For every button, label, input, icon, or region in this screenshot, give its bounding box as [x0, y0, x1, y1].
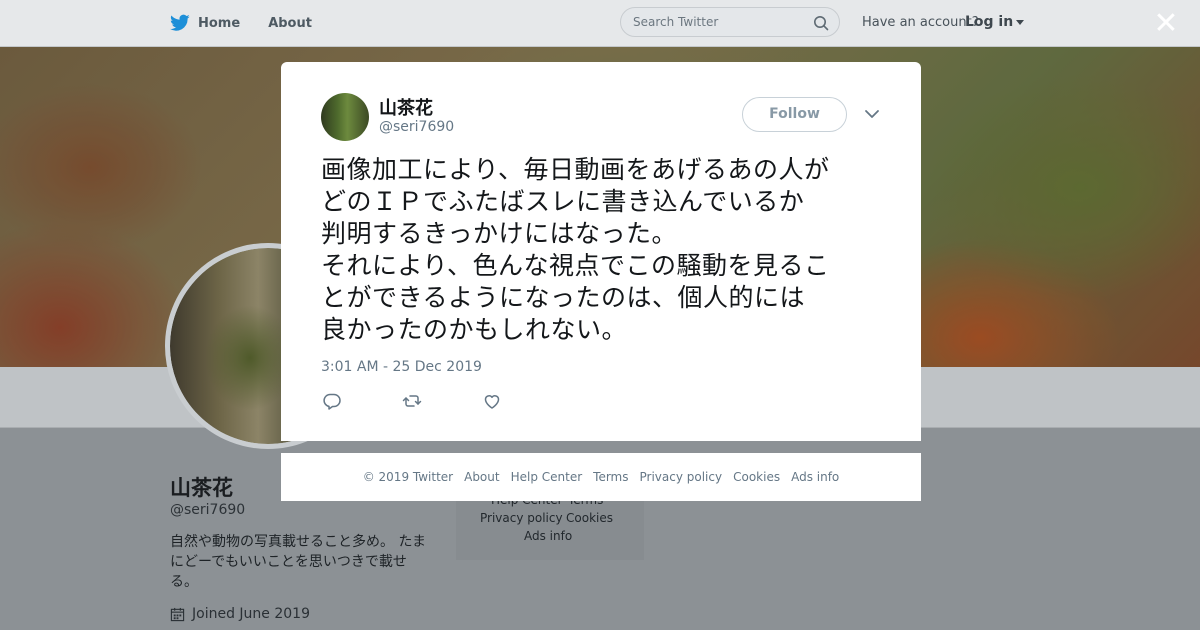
- tweet-author-name[interactable]: 山茶花: [379, 94, 433, 120]
- footer-terms-link[interactable]: Terms: [593, 470, 628, 484]
- modal-footer: © 2019 Twitter About Help Center Terms P…: [281, 453, 921, 501]
- tweet-text: 画像加工により、毎日動画をあげるあの人が どのＩＰでふたばスレに書き込んでいるか…: [321, 155, 830, 344]
- profile-handle[interactable]: @seri7690: [170, 502, 245, 518]
- search-placeholder: Search Twitter: [633, 15, 719, 29]
- have-account-text: Have an account?: [862, 15, 979, 30]
- profile-bio: 自然や動物の写真載せること多め。 たまにどーでもいいことを思いつきで載せる。: [170, 534, 427, 590]
- profile-name: 山茶花: [170, 476, 233, 500]
- login-button[interactable]: Log in: [965, 14, 1025, 30]
- reply-icon[interactable]: [322, 391, 342, 411]
- joined-text: Joined June 2019: [192, 606, 310, 622]
- footer-help-center-link[interactable]: Help Center: [511, 470, 583, 484]
- search-input[interactable]: Search Twitter: [620, 7, 840, 37]
- profile-joined: Joined June 2019: [170, 606, 310, 622]
- calendar-icon: [170, 607, 185, 621]
- heart-icon[interactable]: [482, 391, 502, 411]
- footer-ads-info-link[interactable]: Ads info: [791, 470, 839, 484]
- twitter-bird-icon[interactable]: [170, 14, 190, 32]
- profile-footer-cookies[interactable]: Cookies: [566, 511, 613, 525]
- follow-button[interactable]: Follow: [742, 97, 847, 132]
- login-label: Log in: [965, 14, 1014, 30]
- search-icon[interactable]: [813, 15, 829, 31]
- nav-home-link[interactable]: Home: [198, 16, 240, 31]
- caret-down-icon: [1016, 19, 1025, 25]
- chevron-down-icon[interactable]: [864, 108, 880, 120]
- top-navigation-bar: Home About Search Twitter Have an accoun…: [0, 0, 1200, 47]
- tweet-timestamp[interactable]: 3:01 AM - 25 Dec 2019: [321, 359, 482, 375]
- close-icon[interactable]: ✕: [1152, 9, 1180, 39]
- retweet-icon[interactable]: [402, 391, 422, 411]
- tweet-author-handle[interactable]: @seri7690: [379, 119, 454, 135]
- nav-left: Home About: [170, 0, 340, 46]
- footer-copyright: © 2019 Twitter: [362, 470, 454, 484]
- profile-footer-ads-info[interactable]: Ads info: [524, 529, 572, 543]
- footer-privacy-link[interactable]: Privacy policy: [640, 470, 723, 484]
- footer-cookies-link[interactable]: Cookies: [733, 470, 780, 484]
- tweet-modal: 山茶花 @seri7690 Follow 画像加工により、毎日動画をあげるあの人…: [281, 62, 921, 441]
- tweet-author-avatar[interactable]: [321, 93, 369, 141]
- nav-about-link[interactable]: About: [268, 16, 312, 31]
- footer-about-link[interactable]: About: [464, 470, 499, 484]
- profile-footer-privacy[interactable]: Privacy policy: [480, 511, 563, 525]
